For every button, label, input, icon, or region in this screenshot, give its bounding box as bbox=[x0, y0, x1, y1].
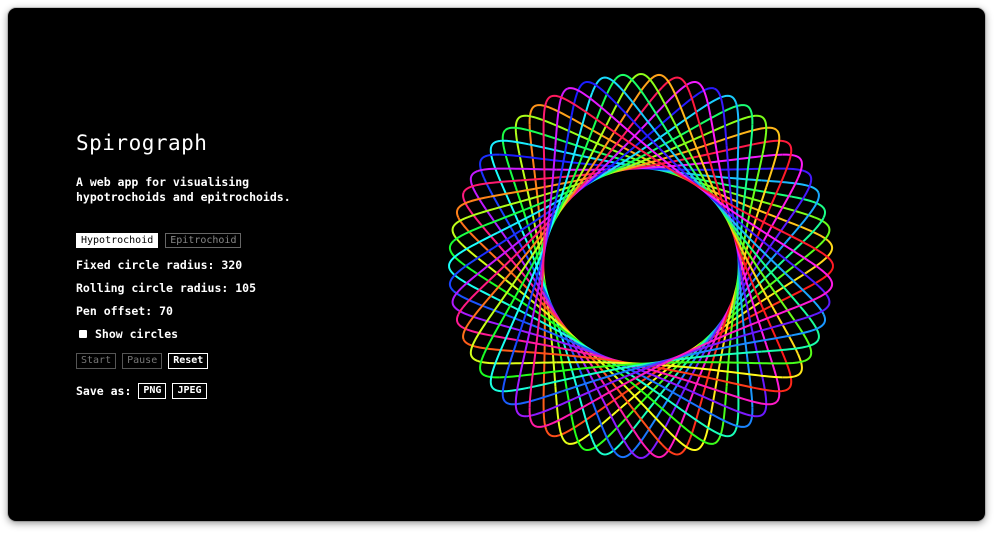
curve-segment bbox=[718, 126, 778, 142]
curve-segment bbox=[504, 126, 564, 142]
app-subtitle: A web app for visualising hypotrochoids … bbox=[76, 175, 291, 204]
pen-offset-label[interactable]: Pen offset: 70 bbox=[76, 304, 376, 318]
hypotrochoid-button[interactable]: Hypotrochoid bbox=[76, 233, 159, 248]
spirograph-drawing bbox=[448, 73, 834, 459]
curve-segment bbox=[714, 87, 728, 146]
curve-segment bbox=[514, 114, 527, 154]
mode-selector: Hypotrochoid Epitrochoid bbox=[76, 233, 376, 248]
curve-segment bbox=[765, 343, 781, 403]
curve-segment bbox=[489, 139, 529, 152]
save-row: Save as: PNG JPEG bbox=[76, 383, 376, 399]
playback-controls: Start Pause Reset bbox=[76, 353, 376, 369]
curve-segment bbox=[504, 390, 564, 406]
curve-segment bbox=[514, 378, 527, 418]
curve-segment bbox=[554, 386, 568, 445]
control-panel: Spirograph A web app for visualising hyp… bbox=[76, 130, 376, 399]
curve-segment bbox=[753, 380, 793, 393]
show-circles-row[interactable]: Show circles bbox=[76, 327, 376, 341]
save-as-label: Save as: bbox=[76, 384, 132, 398]
show-circles-label: Show circles bbox=[95, 327, 179, 341]
app-window: Spirograph A web app for visualising hyp… bbox=[8, 8, 985, 521]
curve-segment bbox=[755, 114, 768, 154]
fixed-radius-label[interactable]: Fixed circle radius: 320 bbox=[76, 258, 376, 272]
save-png-button[interactable]: PNG bbox=[138, 383, 167, 399]
reset-button[interactable]: Reset bbox=[168, 353, 209, 369]
curve-segment bbox=[501, 129, 517, 189]
spirograph-canvas bbox=[436, 62, 856, 472]
pause-button[interactable]: Pause bbox=[122, 353, 163, 369]
curve-segment bbox=[462, 179, 521, 193]
curve-segment bbox=[501, 343, 517, 403]
epitrochoid-button[interactable]: Epitrochoid bbox=[165, 233, 242, 248]
curve-segment bbox=[718, 390, 778, 406]
app-title: Spirograph bbox=[76, 131, 208, 155]
rolling-radius-label[interactable]: Rolling circle radius: 105 bbox=[76, 281, 376, 295]
curve-segment bbox=[755, 378, 768, 418]
start-button[interactable]: Start bbox=[76, 353, 117, 369]
save-jpeg-button[interactable]: JPEG bbox=[172, 383, 207, 399]
curve-segment bbox=[753, 139, 793, 152]
show-circles-checkbox[interactable] bbox=[79, 330, 87, 338]
curve-segment bbox=[489, 380, 529, 393]
curve-segment bbox=[761, 339, 820, 353]
curve-segment bbox=[765, 129, 781, 189]
